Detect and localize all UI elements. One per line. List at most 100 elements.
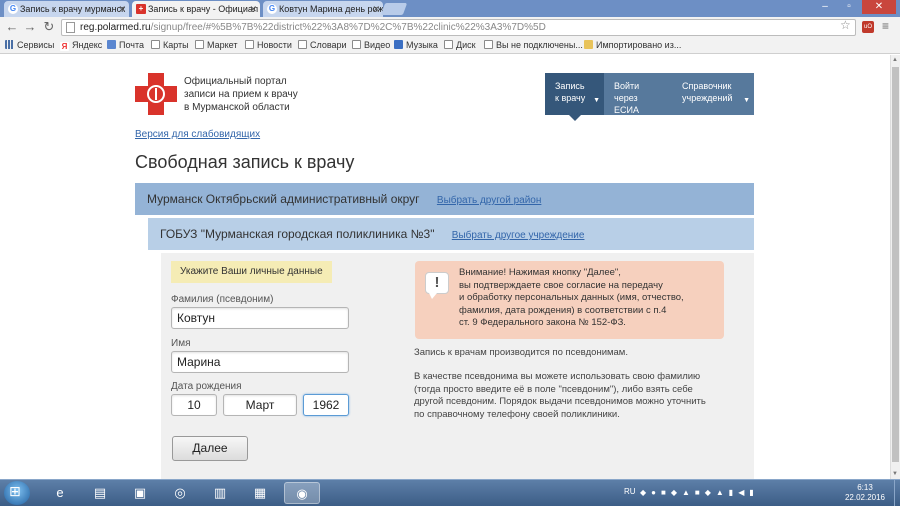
tray-icons[interactable]: ◆●■◆▲■◆▲▮◀▮: [640, 488, 759, 497]
taskbar-clock[interactable]: 6:13 22.02.2016: [842, 483, 888, 503]
language-indicator[interactable]: RU: [624, 487, 636, 496]
window-controls: – ▫ ✕: [814, 0, 896, 14]
bookmark-imported-folder[interactable]: Импортировано из...: [584, 40, 681, 51]
bookmark-dictionaries[interactable]: Словари: [298, 40, 347, 51]
nav-item-esia-login[interactable]: Войти через ЕСИА: [604, 73, 672, 115]
name-label: Имя: [171, 338, 191, 349]
start-button-icon[interactable]: [4, 481, 30, 505]
nav-label: Войти через: [614, 81, 640, 103]
clock-time: 6:13: [857, 483, 873, 492]
tab-title: Ковтун Марина день рож: [279, 4, 383, 14]
browser-tab-3[interactable]: G Ковтун Марина день рож ✕: [263, 1, 383, 17]
surname-label: Фамилия (псевдоним): [171, 294, 274, 305]
surname-input[interactable]: Ковтун: [171, 307, 349, 329]
extension-icon[interactable]: uO: [862, 21, 874, 33]
utility-app-icon[interactable]: ◎: [162, 482, 198, 504]
document-app-icon[interactable]: ▥: [202, 482, 238, 504]
browser-tab-strip: G Запись к врачу мурманск ✕ + Запись к в…: [0, 0, 900, 17]
bookmark-video[interactable]: Видео: [352, 40, 390, 51]
scroll-up-icon[interactable]: ▲: [892, 57, 898, 63]
accessibility-version-link[interactable]: Версия для слабовидящих: [135, 129, 260, 140]
page-icon: [195, 40, 204, 49]
name-input[interactable]: Марина: [171, 351, 349, 373]
clinic-name: ГОБУЗ "Мурманская городская поликлиника …: [160, 227, 435, 241]
calculator-icon[interactable]: ▦: [242, 482, 278, 504]
close-icon[interactable]: ✕: [118, 1, 126, 17]
clock-date: 22.02.2016: [844, 493, 886, 502]
maximize-icon[interactable]: ▫: [838, 0, 860, 14]
birth-month-select[interactable]: Март: [223, 394, 297, 416]
browser-menu-icon[interactable]: ≡: [882, 19, 889, 33]
change-district-link[interactable]: Выбрать другой район: [437, 195, 542, 206]
clinic-bar: ГОБУЗ "Мурманская городская поликлиника …: [148, 218, 754, 250]
nav-item-appointment[interactable]: Запись к врачу ▼: [545, 73, 604, 121]
bookmark-star-icon[interactable]: ☆: [840, 18, 851, 32]
page-icon: [444, 40, 453, 49]
warning-line: вы подтверждаете свое согласие на переда…: [459, 279, 663, 291]
windows-taskbar: e ▤ ▣ ◎ ▥ ▦ ◉ RU ◆●■◆▲■◆▲▮◀▮ 6:13 22.02.…: [0, 479, 900, 506]
portal-title-line: в Мурманской области: [184, 102, 290, 113]
bookmark-mail[interactable]: Почта: [107, 40, 144, 51]
page-icon: [352, 40, 361, 49]
bookmark-music[interactable]: Музыка: [394, 40, 438, 51]
page-icon: [484, 40, 493, 49]
close-icon[interactable]: ✕: [249, 1, 257, 17]
bookmark-maps[interactable]: Карты: [151, 40, 189, 51]
vertical-scrollbar[interactable]: ▲ ▼: [890, 55, 900, 479]
birth-year-input[interactable]: 1962: [303, 394, 349, 416]
show-desktop-button[interactable]: [894, 480, 900, 506]
reload-icon[interactable]: ↻: [41, 19, 57, 35]
address-bar[interactable]: reg.polarmed.ru/signup/free/#%5B%7B%22di…: [61, 19, 856, 36]
chrome-taskbar-icon[interactable]: ◉: [284, 482, 320, 504]
scrollbar-thumb[interactable]: [892, 67, 899, 462]
new-tab-button[interactable]: [380, 3, 408, 15]
personal-data-form: Укажите Ваши личные данные Фамилия (псев…: [161, 253, 754, 479]
nav-label: учреждений: [682, 93, 733, 103]
bookmark-news[interactable]: Новости: [245, 40, 292, 51]
birth-day-input[interactable]: 10: [171, 394, 217, 416]
change-clinic-link[interactable]: Выбрать другое учреждение: [452, 230, 585, 241]
warning-line: Внимание! Нажимая кнопку "Далее",: [459, 267, 621, 278]
folder-icon: [584, 40, 593, 49]
note-line: (тогда просто введите её в поле "псевдон…: [414, 383, 693, 395]
nav-item-directory[interactable]: Справочник учреждений ▼: [672, 73, 754, 115]
bookmark-yandex[interactable]: Я Яндекс: [60, 40, 102, 51]
internet-explorer-icon[interactable]: e: [42, 482, 78, 504]
next-button[interactable]: Далее: [172, 436, 248, 461]
apps-icon: [5, 40, 14, 49]
top-navigation: Запись к врачу ▼ Войти через ЕСИА Справо…: [545, 73, 754, 121]
tab-title: Запись к врачу - Официал: [148, 4, 259, 14]
caret-down-icon: ▼: [593, 97, 600, 104]
nav-label: Запись: [555, 81, 585, 91]
window-close-icon[interactable]: ✕: [862, 0, 896, 14]
google-icon: G: [8, 4, 18, 14]
red-cross-logo-icon[interactable]: [135, 73, 177, 115]
bookmark-label: Импортировано из...: [596, 40, 682, 50]
media-app-icon[interactable]: ▣: [122, 482, 158, 504]
back-arrow-icon[interactable]: ←: [4, 19, 20, 35]
bookmark-market[interactable]: Маркет: [195, 40, 237, 51]
bookmark-not-connected[interactable]: Вы не подключены...: [484, 40, 583, 51]
bookmark-label: Видео: [364, 40, 391, 50]
browser-toolbar: ← → ↻ reg.polarmed.ru/signup/free/#%5B%7…: [0, 17, 900, 37]
pseudonym-note: Запись к врачам производится по псевдони…: [414, 347, 749, 360]
bookmark-services[interactable]: Сервисы: [5, 40, 54, 51]
page-viewport: Официальный портал записи на прием к вра…: [0, 55, 890, 479]
google-icon: G: [267, 4, 277, 14]
district-bar: Мурманск Октябрьский административный ок…: [135, 183, 754, 215]
page-icon: [245, 40, 254, 49]
portal-title-line: Официальный портал: [184, 76, 287, 87]
file-explorer-icon[interactable]: ▤: [82, 482, 118, 504]
close-icon[interactable]: ✕: [372, 1, 380, 17]
bookmark-label: Диск: [456, 40, 476, 50]
forward-arrow-icon[interactable]: →: [22, 19, 38, 35]
minimize-icon[interactable]: –: [814, 0, 836, 14]
note-line: Запись к врачам производится по псевдони…: [414, 347, 628, 358]
browser-tab-1[interactable]: G Запись к врачу мурманск ✕: [4, 1, 129, 17]
browser-tab-2[interactable]: + Запись к врачу - Официал ✕: [132, 1, 260, 17]
exclamation-icon: !: [425, 272, 449, 299]
page-icon: [298, 40, 307, 49]
warning-line: фамилия, дата рождения) в соответствии с…: [459, 304, 667, 316]
scroll-down-icon[interactable]: ▼: [892, 471, 898, 477]
bookmark-disk[interactable]: Диск: [444, 40, 476, 51]
